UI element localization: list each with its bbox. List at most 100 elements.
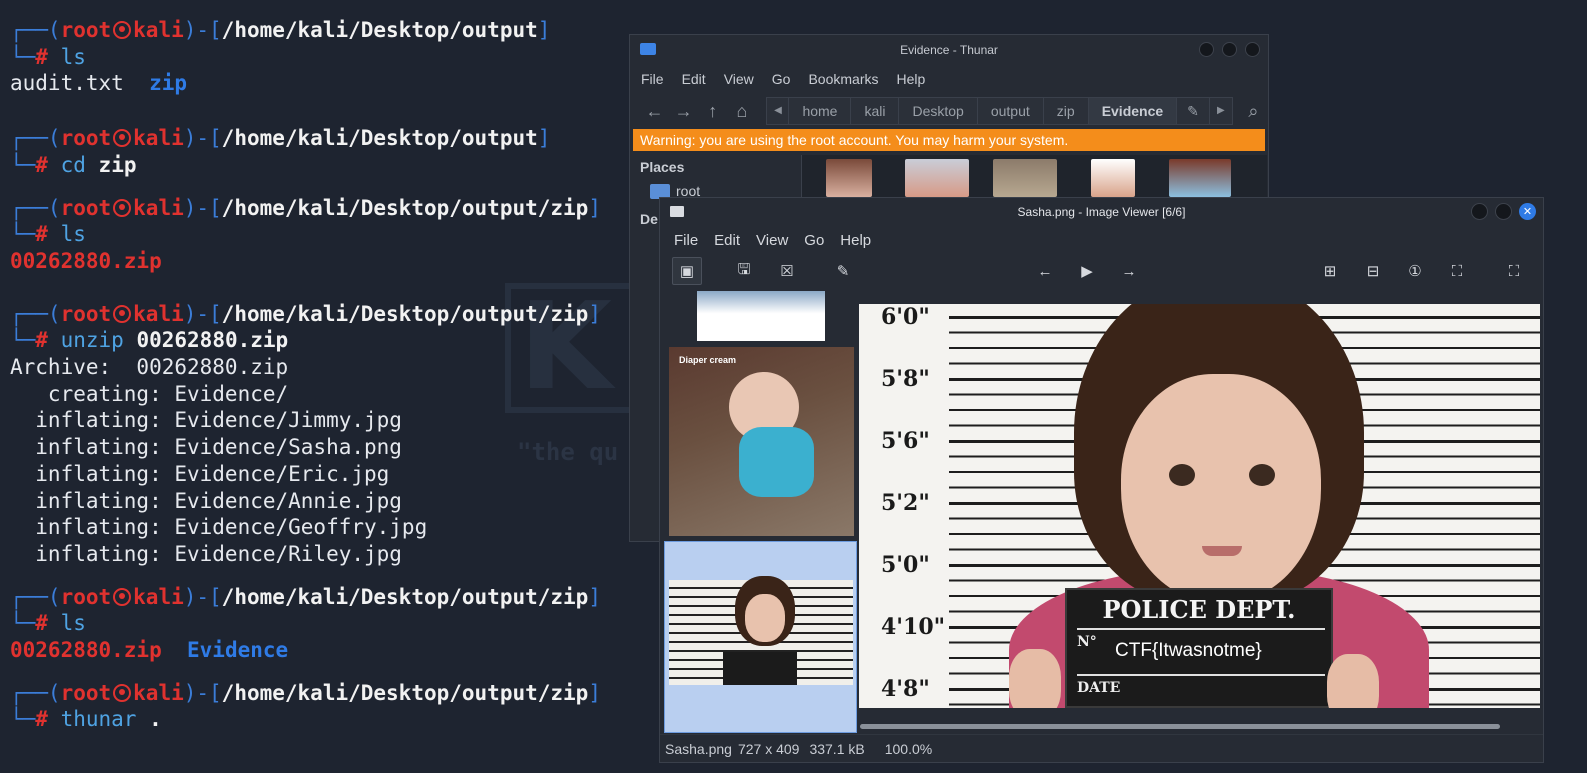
file-thumbnail[interactable] [993,159,1057,197]
prompt-header: ┌──(root kali)-[/home/kali/Desktop/output… [10,17,550,43]
delete-icon[interactable]: ☒ [772,257,802,285]
prompt-frame: )-[ [183,301,222,326]
girl-left-eye [1169,464,1195,486]
prompt-frame: ] [537,18,551,42]
prompt-frame: ] [588,195,601,220]
command-text: ls [60,611,86,636]
wallpaper-quote: "the qu [517,438,619,466]
horizontal-scrollbar[interactable] [860,724,1500,729]
breadcrumb-evidence[interactable]: Evidence [1088,98,1178,124]
output-segment: inflating: Evidence/Eric.jpg [10,461,390,486]
menu-go[interactable]: Go [763,71,800,87]
height-label: 5'6" [881,428,930,454]
breadcrumb-right-arrow-icon[interactable]: ▶ [1210,98,1232,124]
edit-location-icon[interactable]: ✎ [1177,98,1210,124]
thumbnail-image[interactable]: Diaper cream [669,347,854,536]
prompt-user: root [60,301,112,326]
prompt-header: ┌──(root kali)-[/home/kali/Desktop/output… [10,584,601,610]
girl-right-eye [1249,464,1275,486]
output-line: Archive: 00262880.zip [10,354,288,380]
file-thumbnail[interactable] [1169,159,1231,197]
minimize-button[interactable] [1471,203,1488,220]
menu-help[interactable]: Help [888,71,935,87]
play-slideshow-icon[interactable]: ▶ [1072,257,1102,285]
thumbnail-mugshot [669,576,853,685]
menu-edit[interactable]: Edit [673,71,715,87]
home-icon[interactable]: ⌂ [727,96,756,126]
close-button[interactable] [1245,42,1260,57]
file-thumbnail[interactable] [1091,159,1135,197]
prompt-path: /home/kali/Desktop/output/zip [221,680,589,705]
skull-icon [113,129,132,148]
output-line: inflating: Evidence/Annie.jpg [10,488,402,514]
prompt-host: kali [133,126,184,151]
search-icon[interactable]: ⌕ [1239,96,1268,126]
prompt-frame: ] [588,584,601,609]
zoom-in-icon[interactable]: ⊞ [1315,257,1345,285]
edit-pencil-icon[interactable]: ✎ [828,257,858,285]
previous-arrow-icon[interactable]: ← [1030,257,1060,285]
prompt-path: /home/kali/Desktop/output/zip [221,301,589,326]
breadcrumb-home[interactable]: home [789,98,852,124]
minimize-button[interactable] [1199,42,1214,57]
breadcrumb-output[interactable]: output [978,98,1044,124]
close-button[interactable]: ✕ [1519,203,1536,220]
status-filesize: 337.1 kB [809,740,865,757]
next-arrow-icon[interactable]: → [1114,257,1144,285]
thumbnail-caption: Diaper cream [679,355,737,365]
maximize-button[interactable] [1222,42,1237,57]
menu-file[interactable]: File [632,71,673,87]
prompt-frame: ┌──( [10,584,61,609]
viewer-titlebar[interactable]: Sasha.png - Image Viewer [6/6] ✕ [660,198,1543,226]
zoom-out-icon[interactable]: ⊟ [1358,257,1388,285]
thumbnail-image[interactable] [697,291,825,341]
prompt-host: kali [133,18,184,42]
girl-left-hand [1009,649,1061,708]
menu-go[interactable]: Go [796,232,832,249]
file-thumbnail[interactable] [826,159,872,197]
terminal-window[interactable]: K "the qu ┌──(root kali)-[/home/kali/Desk… [0,0,640,773]
maximize-button[interactable] [1495,203,1512,220]
breadcrumb-zip[interactable]: zip [1044,98,1089,124]
command-line: └─# ls [10,44,86,70]
thunar-toolbar: ← → ↑ ⌂ ◀ home kali Desktop output zip E… [630,93,1268,129]
up-arrow-icon[interactable]: ↑ [698,96,727,126]
command-line: └─# ls [10,221,86,247]
thumbnail-bar-toggle-icon[interactable]: ▣ [672,257,702,285]
back-arrow-icon[interactable]: ← [640,96,669,126]
thumbnail-sign [723,652,797,685]
menu-edit[interactable]: Edit [706,232,748,249]
file-thumbnail[interactable] [905,159,969,197]
command-space [124,328,137,352]
menu-file[interactable]: File [666,232,706,249]
breadcrumb-kali[interactable]: kali [851,98,900,124]
main-image[interactable]: 6'0" 5'8" 5'6" 5'2" 5'0" 4'10" 4'8" POLICE DEP… [859,304,1540,708]
output-segment: inflating: Evidence/Riley.jpg [10,541,402,566]
menu-view[interactable]: View [748,232,796,249]
prompt-frame: )-[ [183,195,222,220]
image-viewer-window[interactable]: Sasha.png - Image Viewer [6/6] ✕ File Ed… [659,197,1544,763]
fullscreen-icon[interactable]: ⛶ [1499,257,1529,285]
zoom-100-icon[interactable]: ① [1400,257,1430,285]
menu-help[interactable]: Help [832,232,879,249]
output-line: audit.txt zip [10,70,187,96]
command-argument: 00262880.zip [136,328,289,353]
thumbnail-face [745,594,785,642]
menu-view[interactable]: View [715,71,763,87]
breadcrumb-left-arrow-icon[interactable]: ◀ [767,98,790,124]
save-icon[interactable]: 🖫 [729,257,759,285]
thumbnail-selected[interactable] [664,541,857,733]
command-line: └─# thunar . [10,706,162,732]
thumbnail-bar[interactable]: Diaper cream [664,291,859,733]
forward-arrow-icon[interactable]: → [669,96,698,126]
menu-bookmarks[interactable]: Bookmarks [799,71,887,87]
command-text: thunar [60,707,137,732]
thunar-menubar: File Edit View Go Bookmarks Help [630,65,1268,93]
command-space [86,153,99,177]
thunar-titlebar[interactable]: Evidence - Thunar [630,35,1268,65]
output-segment: creating: Evidence/ [10,381,289,406]
status-filename: Sasha.png [665,740,732,757]
breadcrumb-desktop[interactable]: Desktop [899,98,978,124]
zoom-fit-icon[interactable]: ⛶ [1442,257,1472,285]
prompt-frame: ┌──( [10,126,61,151]
